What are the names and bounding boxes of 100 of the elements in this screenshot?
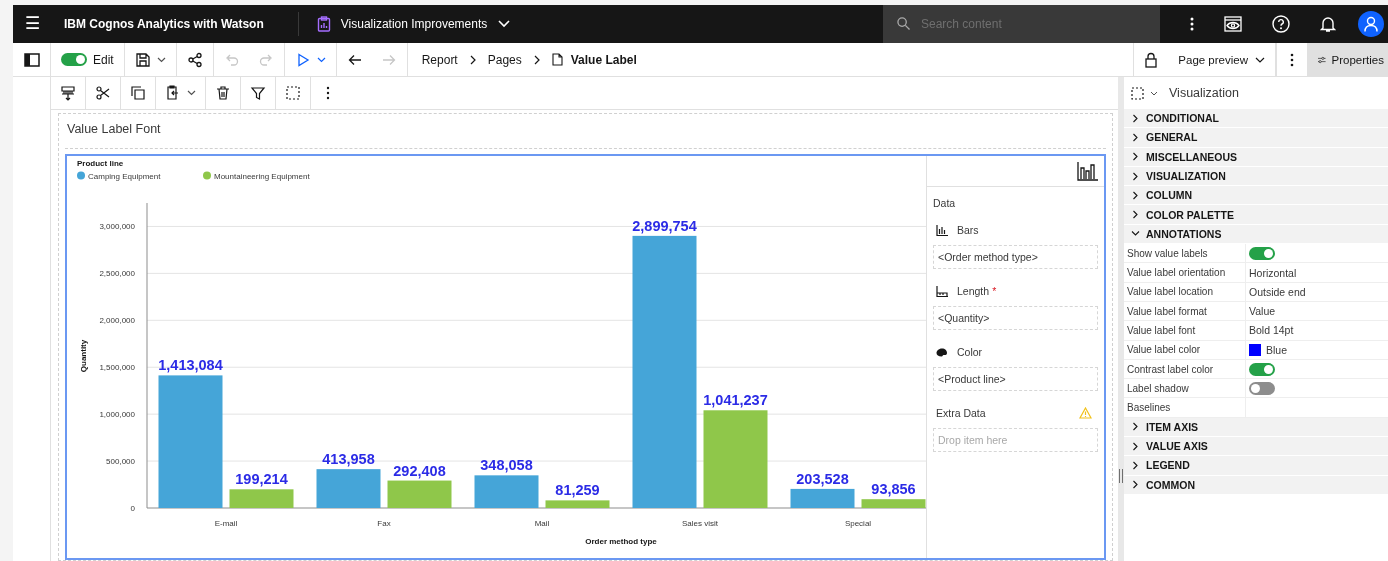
x-category-label: Special <box>844 519 872 528</box>
color-swatch[interactable] <box>1249 343 1261 356</box>
help-icon[interactable] <box>1272 15 1290 33</box>
section-header[interactable]: ANNOTATIONS <box>1124 224 1388 245</box>
chevron-down-icon[interactable] <box>498 20 511 28</box>
document-icon <box>551 53 563 66</box>
property-value[interactable]: Horizontal <box>1249 266 1297 279</box>
toggle-switch[interactable] <box>1249 246 1275 260</box>
slot-label: Length <box>957 285 990 297</box>
side-panel-icon[interactable] <box>23 52 40 67</box>
property-value[interactable]: Blue <box>1266 343 1287 356</box>
chevron-right-icon <box>469 54 476 65</box>
menu-icon[interactable]: ☰ <box>13 5 51 43</box>
breadcrumb-link[interactable]: Pages <box>487 52 522 67</box>
x-category-label: E-mail <box>214 519 238 528</box>
lock-icon[interactable] <box>1144 51 1159 68</box>
bar[interactable] <box>790 488 855 508</box>
y-tick-label: 500,000 <box>106 457 135 467</box>
drop-zone[interactable]: <Quantity> <box>933 306 1098 330</box>
edit-label: Edit <box>93 52 114 67</box>
caret-icon[interactable] <box>1150 90 1158 96</box>
property-label: Value label orientation <box>1124 263 1246 282</box>
chevron-right-icon <box>533 54 540 65</box>
section-header[interactable]: VISUALIZATION <box>1124 166 1388 187</box>
y-tick-label: 1,500,000 <box>99 363 135 373</box>
user-avatar[interactable] <box>1358 11 1384 37</box>
y-tick-label: 3,000,000 <box>99 222 135 232</box>
property-label: Contrast label color <box>1124 359 1246 379</box>
property-label: Value label location <box>1124 282 1246 301</box>
x-axis-title: Order method type <box>585 537 657 546</box>
notification-bell-icon[interactable] <box>1320 15 1336 33</box>
y-tick-label: 2,500,000 <box>99 269 135 279</box>
property-label: Value label color <box>1124 340 1246 359</box>
share-icon <box>186 51 203 68</box>
eye-window-icon[interactable] <box>1224 16 1242 32</box>
report-name: Visualization Improvements <box>340 17 488 31</box>
x-category-label: Sales visit <box>682 519 718 528</box>
legend-label[interactable]: Mountaineering Equipment <box>214 171 310 181</box>
section-header[interactable]: MISCELLANEOUS <box>1124 147 1388 167</box>
dashed-square-icon <box>285 85 301 101</box>
palette-icon <box>936 347 948 357</box>
value-label: 413,958 <box>322 451 375 468</box>
properties-button[interactable]: Properties <box>1308 43 1388 76</box>
value-label: 2,899,754 <box>632 217 697 234</box>
value-label: 93,856 <box>871 481 916 498</box>
product-name: IBM Cognos Analytics with Watson <box>64 17 264 31</box>
property-label: Label shadow <box>1124 379 1246 398</box>
legend-label[interactable]: Camping Equipment <box>88 171 161 181</box>
caret-icon[interactable] <box>316 56 326 63</box>
section-header[interactable]: COLUMN <box>1124 186 1388 206</box>
data-heading: Data <box>933 196 957 211</box>
property-label: Value label format <box>1124 301 1246 321</box>
more-icon[interactable] <box>1190 17 1194 31</box>
breadcrumb-current: Value Label <box>570 52 637 67</box>
dashed-square-icon[interactable] <box>1131 86 1144 100</box>
section-header[interactable]: ITEM AXIS <box>1124 417 1388 438</box>
drop-zone[interactable]: <Product line> <box>933 367 1098 391</box>
drop-zone[interactable]: <Order method type> <box>933 245 1098 269</box>
bar-chart-icon[interactable] <box>1077 161 1099 181</box>
section-header[interactable]: COLOR PALETTE <box>1124 205 1388 225</box>
value-label: 348,058 <box>480 457 533 474</box>
x-category-label: Fax <box>377 519 391 528</box>
caret-icon[interactable] <box>187 90 196 96</box>
paste-icon <box>165 85 181 101</box>
section-header[interactable]: CONDITIONAL <box>1124 109 1388 129</box>
slot-label: Color <box>957 346 983 358</box>
slot-label: Extra Data <box>936 407 986 419</box>
toggle-switch[interactable] <box>1249 381 1275 395</box>
breadcrumb-link[interactable]: Report <box>421 52 458 67</box>
property-label: Value label font <box>1124 321 1246 340</box>
y-tick-label: 1,000,000 <box>99 410 135 420</box>
section-header[interactable]: VALUE AXIS <box>1124 437 1388 457</box>
report-title: Value Label Font <box>65 114 1106 149</box>
y-tick-label: 0 <box>130 504 135 513</box>
filter-icon <box>250 85 266 101</box>
property-value[interactable]: Bold 14pt <box>1249 324 1294 337</box>
slot-label: Bars <box>957 224 979 236</box>
legend-title: Product line <box>77 159 124 168</box>
edit-toggle[interactable] <box>61 53 87 66</box>
section-header[interactable]: LEGEND <box>1124 456 1388 476</box>
copy-icon <box>130 85 146 101</box>
bars-icon <box>936 224 948 236</box>
section-header[interactable]: COMMON <box>1124 475 1388 495</box>
more-icon[interactable] <box>1290 52 1294 67</box>
format-painter-icon <box>60 85 76 101</box>
resize-handle[interactable] <box>1119 469 1123 483</box>
value-label: 1,413,084 <box>158 357 223 374</box>
toggle-switch[interactable] <box>1249 362 1275 376</box>
value-label: 81,259 <box>555 482 600 499</box>
save-icon <box>134 51 151 68</box>
panel-title: Visualization <box>1169 86 1239 100</box>
section-header[interactable]: GENERAL <box>1124 128 1388 148</box>
value-label: 292,408 <box>393 462 446 479</box>
x-category-label: Mail <box>534 519 550 528</box>
caret-icon[interactable] <box>156 56 166 63</box>
property-value[interactable]: Value <box>1249 305 1276 318</box>
property-value[interactable]: Outside end <box>1249 285 1306 298</box>
required-mark: * <box>992 285 997 297</box>
y-tick-label: 2,000,000 <box>99 316 135 326</box>
scissors-icon <box>95 85 111 101</box>
